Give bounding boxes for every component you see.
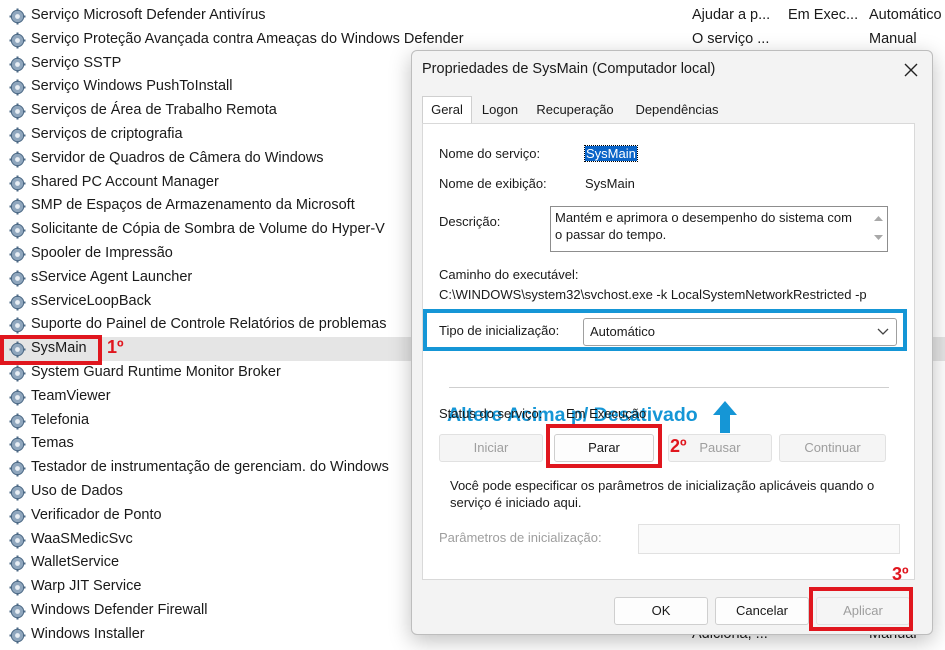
exe-path-value: C:\WINDOWS\system32\svchost.exe -k Local… [439,287,867,302]
gear-icon [9,603,26,620]
separator [449,387,889,388]
service-name: Temas [31,435,74,452]
params-input[interactable] [638,524,900,554]
service-name: Serviços de criptografia [31,125,183,142]
service-status-label: Status do serviço: [439,406,543,421]
gear-icon [9,484,26,501]
service-status-value: Em Execução [566,406,647,421]
gear-icon [9,317,26,334]
service-name: WaaSMedicSvc [31,530,133,547]
service-name: Servidor de Quadros de Câmera do Windows [31,149,324,166]
tab-dependencias[interactable]: Dependências [628,98,726,122]
service-name: Spooler de Impressão [31,244,173,261]
gear-icon [9,532,26,549]
tab-recuperacao[interactable]: Recuperação [532,98,618,122]
help-text: Você pode especificar os parâmetros de i… [450,478,875,510]
tab-geral[interactable]: Geral [422,96,472,123]
service-name: System Guard Runtime Monitor Broker [31,363,281,380]
service-name-value[interactable]: SysMain [584,145,638,162]
service-name: sServiceLoopBack [31,292,152,309]
service-startup-type: Manual [869,30,917,47]
tab-logon[interactable]: Logon [474,98,526,122]
continue-button[interactable]: Continuar [779,434,886,462]
gear-icon [9,389,26,406]
gear-icon [9,508,26,525]
service-name: Windows Installer [31,625,145,642]
scroll-up-icon [874,216,883,221]
gear-icon [9,175,26,192]
service-row[interactable]: Serviço Microsoft Defender Antivírus Ajud… [0,4,945,28]
gear-icon [9,413,26,430]
service-name: SMP de Espaços de Armazenamento da Micro… [31,197,355,214]
service-name: TeamViewer [31,387,111,404]
gear-icon [9,198,26,215]
service-name: Suporte do Painel de Controle Relatórios… [31,316,387,333]
gear-icon [9,8,26,25]
service-name: Serviço Windows PushToInstall [31,78,233,95]
gear-icon [9,436,26,453]
gear-icon [9,294,26,311]
exe-path-label: Caminho do executável: [439,267,579,282]
service-name: Serviço Microsoft Defender Antivírus [31,7,266,23]
gear-icon [9,32,26,49]
service-name: Solicitante de Cópia de Sombra de Volume… [31,221,385,238]
display-name-value: SysMain [585,176,635,191]
service-description: O serviço ... [692,30,770,47]
highlight-startup-type [423,309,907,351]
description-label: Descrição: [439,214,501,229]
step3-label: 3º [892,564,909,584]
gear-icon [9,365,26,382]
gear-icon [9,79,26,96]
description-box[interactable]: Mantém e aprimora o desempenho do sistem… [550,206,888,252]
service-name: WalletService [31,554,120,571]
gear-icon [9,460,26,477]
service-name: Windows Defender Firewall [31,601,208,618]
general-panel: Nome do serviço: SysMain Nome de exibiçã… [422,123,915,580]
highlight-apply-button [809,587,913,631]
arrow-up-icon [711,399,739,439]
step2-label: 2º [670,436,687,456]
service-name: Serviço SSTP [31,54,122,71]
gear-icon [9,127,26,144]
service-name: Warp JIT Service [31,578,142,595]
gear-icon [9,555,26,572]
service-name: Testador de instrumentação de gerenciam.… [31,459,389,476]
display-name-label: Nome de exibição: [439,176,547,191]
gear-icon [9,579,26,596]
service-name: Uso de Dados [31,482,123,499]
service-name: Shared PC Account Manager [31,173,219,190]
description-text: Mantém e aprimora o desempenho do sistem… [555,210,852,242]
highlight-sysmain [0,335,102,365]
gear-icon [9,151,26,168]
service-startup-type: Automático [869,7,942,23]
start-button[interactable]: Iniciar [439,434,543,462]
service-name: Verificador de Ponto [31,506,162,523]
scroll-down-icon [874,235,883,240]
close-icon[interactable] [900,59,922,81]
gear-icon [9,56,26,73]
gear-icon [9,270,26,287]
params-label: Parâmetros de inicialização: [439,530,602,545]
service-status: Em Exec... [788,7,859,23]
cancel-button[interactable]: Cancelar [715,597,809,625]
highlight-stop-button [546,424,662,468]
service-name: Serviço Proteção Avançada contra Ameaças… [31,30,464,47]
service-row[interactable]: Serviço Proteção Avançada contra Ameaças… [0,28,945,52]
gear-icon [9,246,26,263]
dialog-title: Propriedades de SysMain (Computador loca… [422,61,716,77]
service-name: Telefonia [31,411,90,428]
service-description: Ajudar a p... [692,7,771,23]
service-name-label: Nome do serviço: [439,146,541,161]
ok-button[interactable]: OK [614,597,708,625]
gear-icon [9,627,26,644]
gear-icon [9,103,26,120]
service-name: sService Agent Launcher [31,268,193,285]
gear-icon [9,222,26,239]
service-name: Serviços de Área de Trabalho Remota [31,102,277,119]
step1-label: 1º [107,337,124,357]
description-scrollbar[interactable] [870,207,887,249]
